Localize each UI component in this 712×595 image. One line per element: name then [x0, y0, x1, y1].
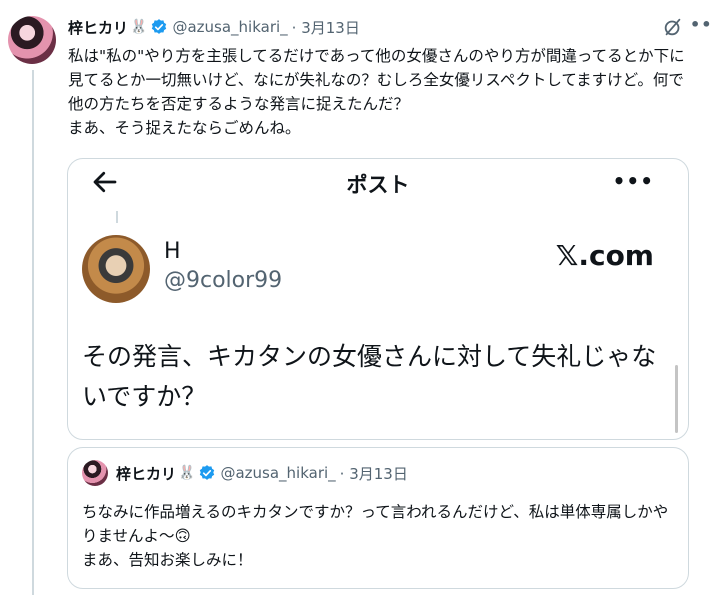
thread-line [32, 70, 34, 595]
x-com-logo: 𝕏.com [555, 239, 654, 272]
embed-thread-line [116, 211, 118, 223]
embed-author-handle: @9color99 [164, 268, 283, 293]
grok-icon[interactable] [662, 16, 684, 38]
quote-author-handle: @azusa_hikari_ [220, 464, 336, 482]
quote-verified-badge-icon [200, 465, 215, 480]
quoted-tweet[interactable]: 梓ヒカリ 🐰 @azusa_hikari_ · 3月13日 ちなみに作品増えるの… [67, 447, 689, 589]
quote-text: ちなみに作品増えるのキカタンですか？って言われるんだけど、私は単体専属しかやりま… [82, 503, 669, 569]
quote-header: 梓ヒカリ 🐰 @azusa_hikari_ · 3月13日 [82, 460, 408, 486]
quote-author-name: 梓ヒカリ [116, 464, 177, 483]
embed-avatar [82, 235, 150, 303]
more-icon[interactable]: ••• [690, 14, 712, 36]
embed-title: ポスト [346, 173, 410, 197]
quote-avatar [82, 460, 108, 486]
tweet-text: 私は"私の"やり方を主張してるだけであって他の女優さんのやり方が間違ってるとか下… [68, 47, 685, 137]
embed-topbar: ポスト ••• [68, 159, 688, 205]
quote-date: · 3月13日 [339, 464, 408, 483]
tweet-header: 梓ヒカリ 🐰 @azusa_hikari_ · 3月13日 [68, 16, 692, 38]
embed-scrollbar [675, 365, 678, 433]
author-handle[interactable]: @azusa_hikari_ [172, 18, 287, 36]
embed-author-name: H [164, 239, 181, 264]
author-name[interactable]: 梓ヒカリ [68, 17, 128, 38]
rabbit-emoji: 🐰 [130, 19, 148, 35]
verified-badge-icon [152, 19, 167, 34]
embed-text: その発言、キカタンの女優さんに対して失礼じゃないですか？ [82, 342, 657, 411]
tweet-date[interactable]: · 3月13日 [292, 17, 360, 38]
avatar[interactable] [8, 16, 56, 64]
embed-more-icon: ••• [612, 169, 654, 193]
embedded-screenshot[interactable]: ポスト ••• H @9color99 𝕏.com その発言、キカタンの女優さん… [67, 158, 689, 440]
quote-rabbit-emoji: 🐰 [178, 465, 196, 481]
